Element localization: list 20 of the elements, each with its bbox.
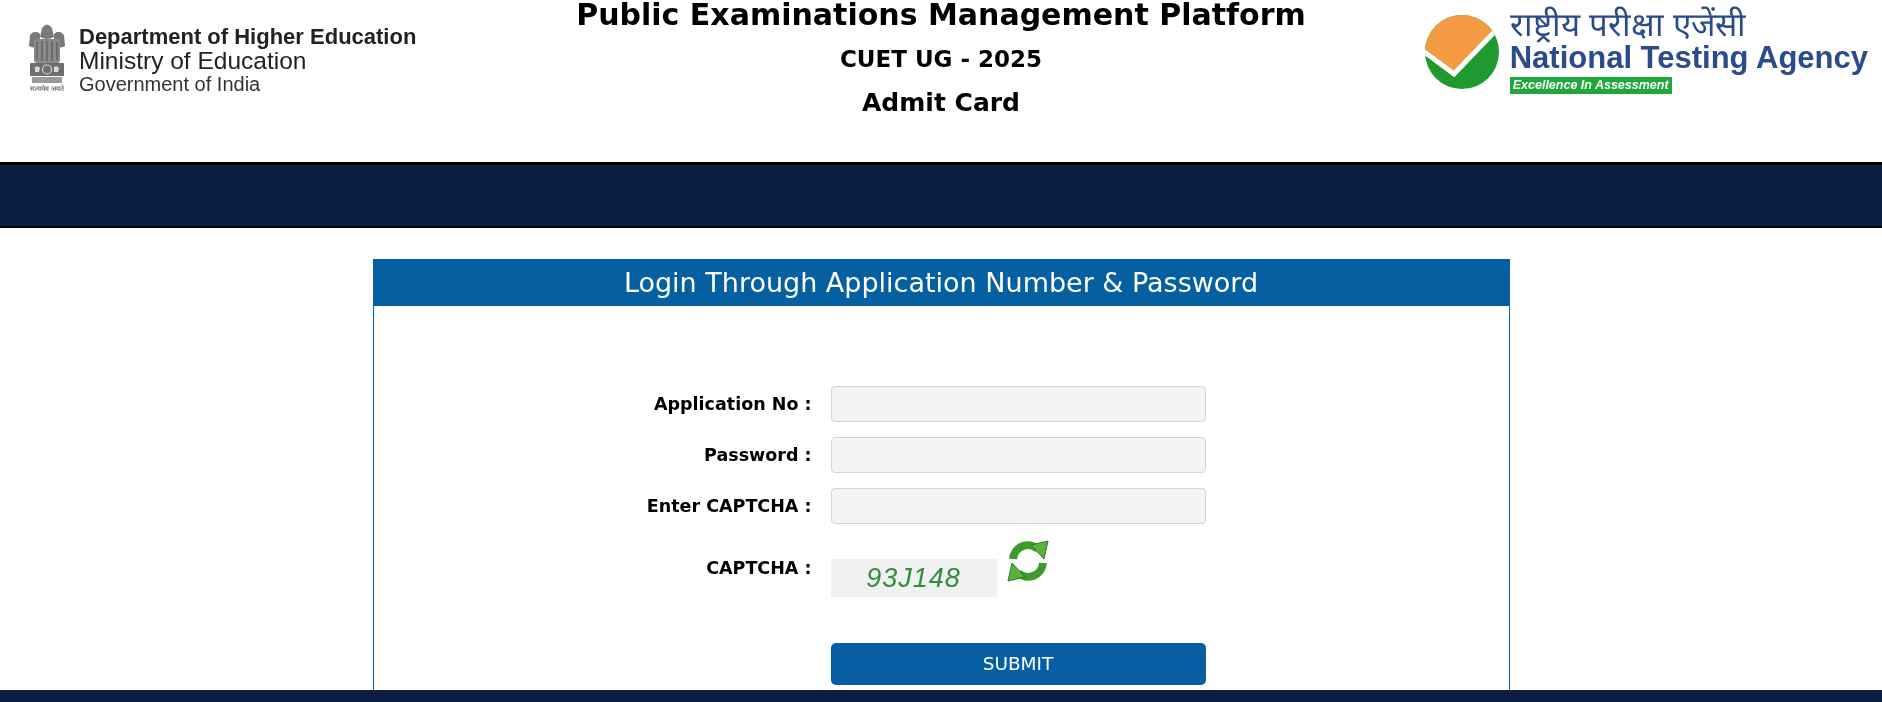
ministry-name: Ministry of Education xyxy=(79,49,308,73)
input-field[interactable] xyxy=(830,437,1206,473)
submit-button[interactable]: SUBMIT xyxy=(830,643,1206,685)
page-title: Admit Card xyxy=(862,88,1020,118)
department-name: Department of Higher Education xyxy=(79,25,417,49)
exam-title: CUET UG - 2025 xyxy=(839,45,1043,74)
field-label: Application No : xyxy=(653,393,812,416)
input-field[interactable] xyxy=(830,386,1206,422)
field-label: Enter CAPTCHA : xyxy=(645,495,812,518)
field-label: Password : xyxy=(703,444,812,467)
agency-tagline: Excellence In Assessment xyxy=(1509,77,1672,94)
platform-title: Public Examinations Management Platform xyxy=(576,0,1306,30)
input-field[interactable] xyxy=(830,488,1206,524)
refresh-icon[interactable] xyxy=(1004,537,1051,585)
captcha-image: 93J148 xyxy=(830,559,997,597)
agency-name: National Testing Agency xyxy=(1509,42,1868,74)
field-label: CAPTCHA : xyxy=(705,557,812,580)
government-name: Government of India xyxy=(79,73,262,96)
card-title: Login Through Application Number & Password xyxy=(373,260,1509,306)
emblem-logo xyxy=(27,22,67,84)
